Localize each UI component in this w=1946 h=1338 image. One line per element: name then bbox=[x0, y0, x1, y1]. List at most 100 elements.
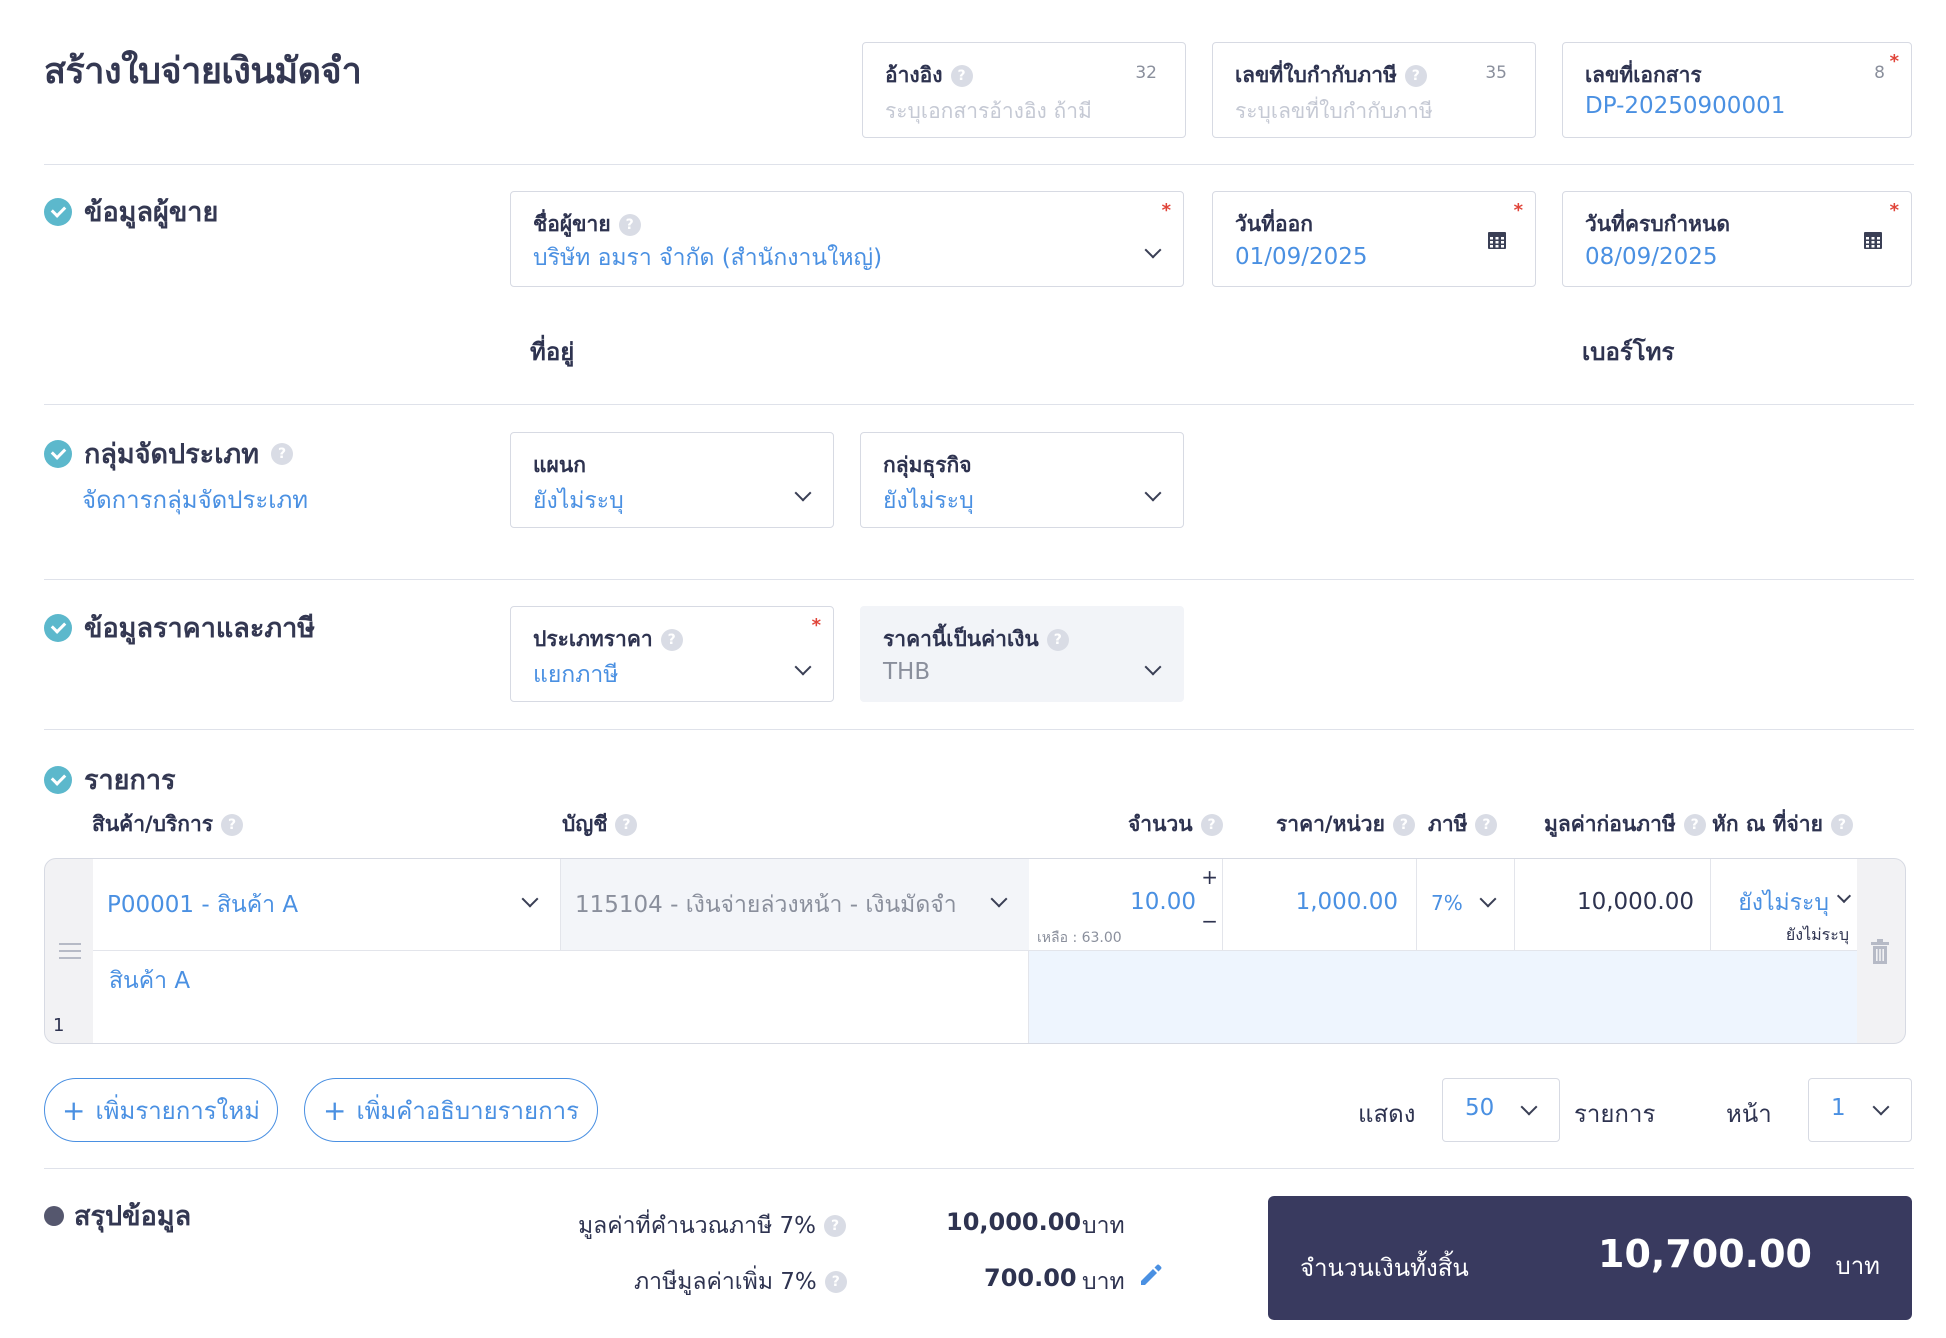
address-label: ที่อยู่ bbox=[530, 338, 575, 366]
help-icon[interactable]: ? bbox=[1830, 813, 1853, 836]
unit-price-input[interactable]: 1,000.00 bbox=[1223, 859, 1417, 951]
per-page-select[interactable]: 50 bbox=[1442, 1078, 1560, 1142]
withholding-select[interactable]: ยังไม่ระบุ ยังไม่ระบุ bbox=[1711, 859, 1857, 951]
divider bbox=[44, 579, 1914, 580]
tax-select[interactable]: 7% bbox=[1417, 859, 1515, 951]
issue-date-label: วันที่ออก bbox=[1235, 212, 1313, 236]
due-date-label: วันที่ครบกำหนด bbox=[1585, 212, 1730, 236]
show-label: แสดง bbox=[1358, 1100, 1416, 1128]
check-circle-icon bbox=[44, 197, 72, 226]
tax-invoice-placeholder: ระบุเลขที่ใบกำกับภาษี bbox=[1235, 99, 1433, 123]
divider bbox=[44, 164, 1914, 165]
chevron-down-icon bbox=[1144, 658, 1162, 676]
tax-invoice-field[interactable]: เลขที่ใบกำกับภาษี? 35 ระบุเลขที่ใบกำกับภ… bbox=[1212, 42, 1536, 138]
price-type-value: แยกภาษี bbox=[533, 662, 619, 688]
col-pretax: มูลค่าก่อนภาษี? bbox=[1544, 808, 1706, 841]
help-icon[interactable]: ? bbox=[221, 813, 244, 836]
plus-icon[interactable]: + bbox=[1201, 865, 1218, 889]
minus-icon[interactable]: − bbox=[1201, 909, 1218, 933]
help-icon[interactable]: ? bbox=[271, 442, 294, 465]
business-group-select[interactable]: กลุ่มธุรกิจ ยังไม่ระบุ bbox=[860, 432, 1184, 528]
total-label: จำนวนเงินทั้งสิ้น bbox=[1300, 1254, 1469, 1282]
document-no-value: DP-20250900001 bbox=[1585, 93, 1786, 119]
help-icon[interactable]: ? bbox=[660, 628, 683, 651]
calendar-icon[interactable] bbox=[1863, 230, 1883, 250]
due-date-value: 08/09/2025 bbox=[1585, 244, 1718, 270]
help-icon[interactable]: ? bbox=[824, 1271, 847, 1293]
drag-handle-icon[interactable] bbox=[59, 943, 81, 959]
classification-section-label: กลุ่มจัดประเภท bbox=[84, 439, 260, 470]
currency-select: ราคานี้เป็นค่าเงิน? THB bbox=[860, 606, 1184, 702]
taxable-label: มูลค่าที่คำนวณภาษี 7% bbox=[578, 1213, 817, 1239]
check-circle-icon bbox=[44, 765, 72, 794]
col-account: บัญชี? bbox=[562, 808, 638, 841]
qty-value: 10.00 bbox=[1130, 889, 1196, 915]
total-panel: จำนวนเงินทั้งสิ้น 10,700.00 บาท bbox=[1268, 1196, 1912, 1320]
col-tax: ภาษี? bbox=[1428, 808, 1498, 841]
row-index: 1 bbox=[53, 1015, 65, 1036]
required-marker: * bbox=[1889, 200, 1899, 221]
description-input[interactable]: สินค้า A bbox=[93, 951, 1029, 1043]
help-icon[interactable]: ? bbox=[1046, 628, 1069, 651]
chevron-down-icon bbox=[1872, 1098, 1890, 1116]
manage-classification-link[interactable]: จัดการกลุ่มจัดประเภท bbox=[82, 480, 308, 519]
chevron-down-icon bbox=[1144, 241, 1162, 259]
help-icon[interactable]: ? bbox=[1392, 813, 1415, 836]
reference-field[interactable]: อ้างอิง? 32 ระบุเอกสารอ้างอิง ถ้ามี bbox=[862, 42, 1186, 138]
unit-price-value: 1,000.00 bbox=[1295, 889, 1398, 915]
calendar-icon[interactable] bbox=[1487, 230, 1507, 250]
help-icon[interactable]: ? bbox=[950, 64, 973, 87]
document-no-label: เลขที่เอกสาร bbox=[1585, 63, 1702, 87]
help-icon[interactable]: ? bbox=[1475, 813, 1498, 836]
classification-section-title: กลุ่มจัดประเภท ? bbox=[44, 432, 294, 475]
taxable-value: 10,000.00 bbox=[946, 1208, 1082, 1236]
check-circle-icon bbox=[44, 439, 72, 468]
pencil-icon[interactable] bbox=[1138, 1262, 1164, 1288]
department-select[interactable]: แผนก ยังไม่ระบุ bbox=[510, 432, 834, 528]
pricing-section-title: ข้อมูลราคาและภาษี bbox=[44, 606, 315, 649]
help-icon[interactable]: ? bbox=[618, 213, 641, 236]
total-unit: บาท bbox=[1835, 1252, 1880, 1280]
seller-name-select[interactable]: ชื่อผู้ขาย? * บริษัท อมรา จำกัด (สำนักงา… bbox=[510, 191, 1184, 287]
due-date-field[interactable]: วันที่ครบกำหนด * 08/09/2025 bbox=[1562, 191, 1912, 287]
vat-value: 700.00 bbox=[984, 1264, 1077, 1292]
add-item-label: เพิ่มรายการใหม่ bbox=[95, 1096, 260, 1125]
add-description-label: เพิ่มคำอธิบายรายการ bbox=[356, 1096, 579, 1125]
chevron-down-icon bbox=[1144, 484, 1162, 502]
col-product: สินค้า/บริการ? bbox=[92, 808, 244, 841]
required-marker: * bbox=[811, 615, 821, 636]
reference-counter: 32 bbox=[1135, 63, 1157, 83]
qty-stepper[interactable]: 10.00 + − เหลือ : 63.00 bbox=[1029, 859, 1223, 951]
chevron-down-icon bbox=[794, 658, 812, 676]
price-type-select[interactable]: ประเภทราคา? * แยกภาษี bbox=[510, 606, 834, 702]
tax-value: 7% bbox=[1431, 891, 1463, 915]
help-icon[interactable]: ? bbox=[1200, 813, 1223, 836]
department-value: ยังไม่ระบุ bbox=[533, 488, 624, 514]
pretax-value-cell: 10,000.00 bbox=[1515, 859, 1711, 951]
items-section-title: รายการ bbox=[44, 758, 176, 801]
reference-label: อ้างอิง bbox=[885, 63, 943, 87]
help-icon[interactable]: ? bbox=[1404, 64, 1427, 87]
add-description-button[interactable]: + เพิ่มคำอธิบายรายการ bbox=[304, 1078, 598, 1142]
issue-date-field[interactable]: วันที่ออก * 01/09/2025 bbox=[1212, 191, 1536, 287]
page-title: สร้างใบจ่ายเงินมัดจำ bbox=[44, 51, 362, 92]
add-item-button[interactable]: + เพิ่มรายการใหม่ bbox=[44, 1078, 278, 1142]
items-section-label: รายการ bbox=[84, 765, 176, 796]
page-label: หน้า bbox=[1726, 1100, 1772, 1128]
product-select[interactable]: P00001 - สินค้า A bbox=[93, 859, 561, 951]
seller-section-title: ข้อมูลผู้ขาย bbox=[44, 190, 218, 233]
account-select[interactable]: 115104 - เงินจ่ายล่วงหน้า - เงินมัดจำ bbox=[561, 859, 1029, 951]
help-icon[interactable]: ? bbox=[1683, 813, 1706, 836]
required-marker: * bbox=[1161, 200, 1171, 221]
plus-icon: + bbox=[322, 1093, 347, 1127]
help-icon[interactable]: ? bbox=[615, 813, 638, 836]
help-icon[interactable]: ? bbox=[824, 1215, 847, 1237]
currency-label: ราคานี้เป็นค่าเงิน bbox=[883, 627, 1039, 651]
plus-icon: + bbox=[62, 1093, 86, 1127]
seller-section-label: ข้อมูลผู้ขาย bbox=[84, 197, 219, 228]
table-row: 1 P00001 - สินค้า A 115104 - เงินจ่ายล่ว… bbox=[44, 858, 1906, 1044]
trash-icon[interactable] bbox=[1869, 939, 1891, 965]
business-group-value: ยังไม่ระบุ bbox=[883, 488, 974, 514]
document-no-field[interactable]: เลขที่เอกสาร 8 * DP-20250900001 bbox=[1562, 42, 1912, 138]
page-select[interactable]: 1 bbox=[1808, 1078, 1912, 1142]
